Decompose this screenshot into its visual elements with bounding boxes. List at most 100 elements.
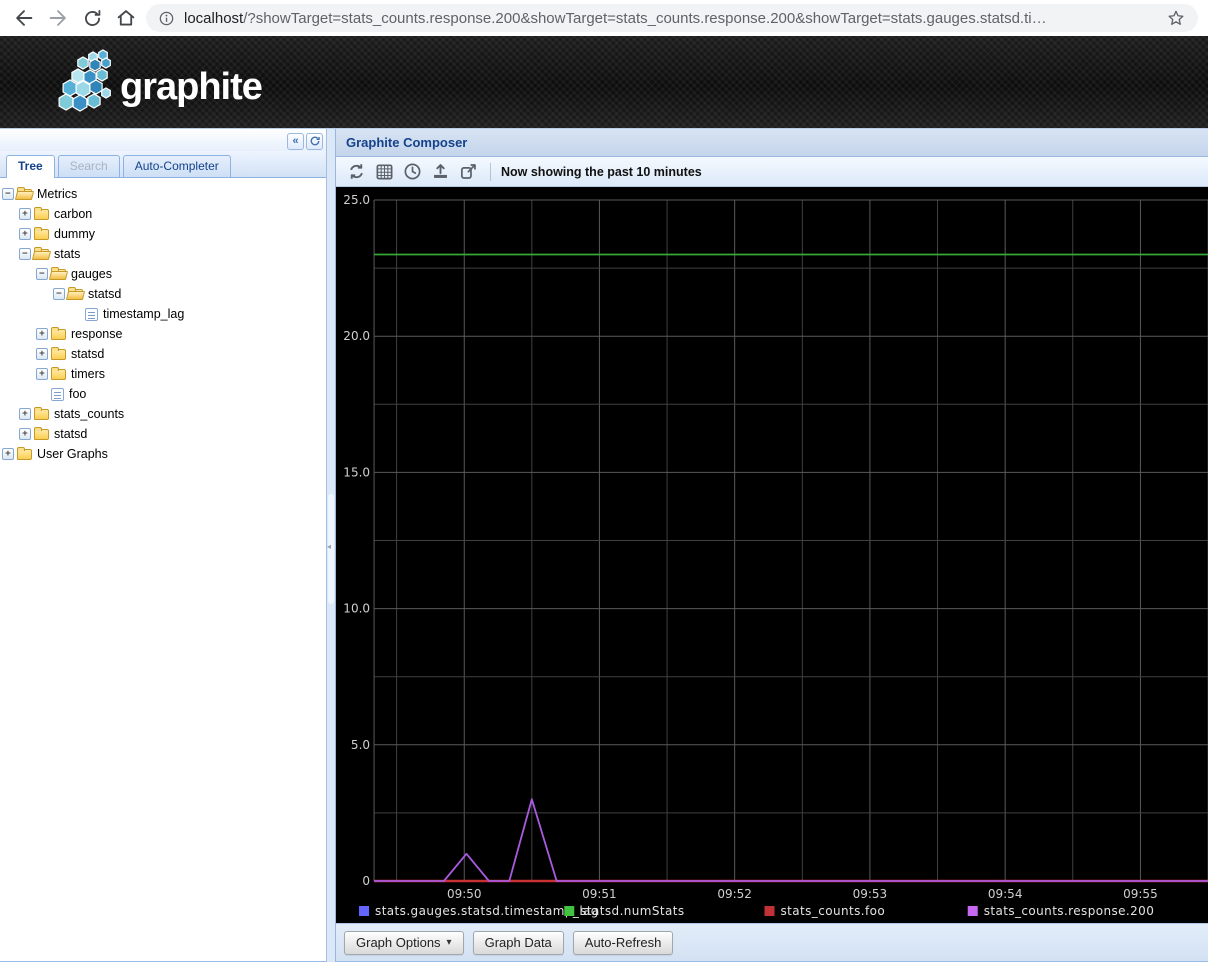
svg-text:stats_counts.response.200: stats_counts.response.200 [984, 904, 1155, 918]
tree-node-response[interactable]: + response [0, 324, 326, 344]
tree-node-label: Metrics [37, 187, 77, 201]
composer-toolbar: Now showing the past 10 minutes [336, 157, 1208, 187]
back-icon[interactable] [10, 4, 38, 32]
tree-expander-plus-icon[interactable]: + [36, 328, 48, 340]
content: « Tree Search Auto-Completer − Metrics + ca… [0, 128, 1208, 962]
browser-toolbar: localhost/?showTarget=stats_counts.respo… [0, 0, 1208, 36]
graph-options-button[interactable]: Graph Options ▾ [344, 931, 464, 955]
tree-node-label: timestamp_lag [103, 307, 184, 321]
folder-icon [51, 329, 66, 340]
composer-chart-svg: 05.010.015.020.025.009:5009:5109:5209:53… [336, 187, 1208, 923]
svg-text:10.0: 10.0 [343, 602, 370, 616]
tree-node-statsd[interactable]: + statsd [0, 424, 326, 444]
tree-node-user-graphs[interactable]: +User Graphs [0, 444, 326, 464]
tree-expander-plus-icon[interactable]: + [19, 228, 31, 240]
tree-node-label: statsd [88, 287, 121, 301]
tree-node-label: carbon [54, 207, 92, 221]
tree-node-statsd[interactable]: − statsd [0, 284, 326, 304]
svg-text:09:55: 09:55 [1123, 887, 1158, 901]
svg-text:09:53: 09:53 [853, 887, 888, 901]
tree-node-stats-counts[interactable]: + stats_counts [0, 404, 326, 424]
collapse-left-icon[interactable]: « [287, 133, 304, 150]
tab-auto-completer[interactable]: Auto-Completer [123, 155, 231, 177]
graph-canvas: 05.010.015.020.025.009:5009:5109:5209:53… [336, 187, 1208, 923]
page-title: Graphite Composer [346, 135, 467, 150]
svg-text:15.0: 15.0 [343, 465, 370, 479]
address-bar[interactable]: localhost/?showTarget=stats_counts.respo… [146, 4, 1198, 32]
tree-expander-plus-icon[interactable]: + [19, 208, 31, 220]
svg-text:09:50: 09:50 [447, 887, 482, 901]
tree-node-timestamp-lag[interactable]: timestamp_lag [0, 304, 326, 324]
graph-data-button[interactable]: Graph Data [473, 931, 564, 955]
folder-icon [34, 409, 49, 420]
auto-refresh-button[interactable]: Auto-Refresh [573, 931, 674, 955]
tree-expander-plus-icon[interactable]: + [19, 428, 31, 440]
reload-icon[interactable] [78, 4, 106, 32]
tree-node-foo[interactable]: foo [0, 384, 326, 404]
metric-leaf-icon [51, 388, 64, 401]
splitter-collapse-icon[interactable]: ◂ [327, 542, 331, 551]
svg-text:20.0: 20.0 [343, 329, 370, 343]
tree-expander-minus-icon[interactable]: − [19, 248, 31, 260]
svg-text:25.0: 25.0 [343, 193, 370, 207]
svg-text:stats_counts.foo: stats_counts.foo [781, 904, 886, 918]
tree-node-stats[interactable]: −stats [0, 244, 326, 264]
toolbar-separator [490, 163, 491, 181]
sidebar: « Tree Search Auto-Completer − Metrics + ca… [0, 129, 327, 962]
tree-refresh-icon[interactable] [306, 133, 323, 150]
folder-icon [17, 449, 32, 460]
tree-node-label: timers [71, 367, 105, 381]
tree-node-label: statsd [54, 427, 87, 441]
url-text[interactable]: localhost/?showTarget=stats_counts.respo… [184, 10, 1157, 27]
folder-open-icon [68, 289, 83, 300]
folder-icon [34, 209, 49, 220]
tree-node-label: gauges [71, 267, 112, 281]
tree-node-label: stats_counts [54, 407, 124, 421]
tree-expander-minus-icon[interactable]: − [36, 268, 48, 280]
tree-expander-plus-icon[interactable]: + [19, 408, 31, 420]
tree-expander-plus-icon[interactable]: + [2, 448, 14, 460]
tree-node-gauges[interactable]: − gauges [0, 264, 326, 284]
tree-node-carbon[interactable]: + carbon [0, 204, 326, 224]
clock-icon[interactable] [400, 160, 424, 184]
svg-text:0: 0 [362, 874, 370, 888]
folder-open-icon [17, 189, 32, 200]
panel-splitter[interactable]: ◂ [327, 129, 336, 962]
tree-node-metrics[interactable]: − Metrics [0, 184, 326, 204]
composer-panel: Graphite Composer Now showing the past 1… [336, 129, 1208, 962]
refresh-icon[interactable] [344, 160, 368, 184]
share-icon[interactable] [456, 160, 480, 184]
tree-expander-plus-icon[interactable]: + [36, 348, 48, 360]
tab-tree[interactable]: Tree [6, 155, 55, 178]
svg-text:5.0: 5.0 [351, 738, 370, 752]
tree-node-dummy[interactable]: + dummy [0, 224, 326, 244]
calendar-icon[interactable] [372, 160, 396, 184]
forward-icon[interactable] [44, 4, 72, 32]
tree-expander-minus-icon[interactable]: − [2, 188, 14, 200]
folder-open-icon [51, 269, 66, 280]
bookmark-star-icon[interactable] [1166, 8, 1186, 28]
home-icon[interactable] [112, 4, 140, 32]
sidebar-header: « [0, 129, 326, 151]
site-info-icon[interactable] [158, 10, 175, 27]
graphite-logo: graphite [56, 49, 288, 122]
tree-node-label: dummy [54, 227, 95, 241]
tree-node-label: foo [69, 387, 86, 401]
tree-expander-plus-icon[interactable]: + [36, 368, 48, 380]
tab-search[interactable]: Search [58, 155, 120, 177]
tree-expander-minus-icon[interactable]: − [53, 288, 65, 300]
tree-node-label: statsd [71, 347, 104, 361]
folder-icon [51, 369, 66, 380]
sidebar-tabs: Tree Search Auto-Completer [0, 151, 326, 178]
save-icon[interactable] [428, 160, 452, 184]
composer-header: Graphite Composer [336, 129, 1208, 157]
composer-bottom-bar: Graph Options ▾ Graph Data Auto-Refresh [336, 923, 1208, 961]
dropdown-caret-icon: ▾ [447, 937, 452, 948]
tree-node-timers[interactable]: + timers [0, 364, 326, 384]
tree-node-label: response [71, 327, 122, 341]
window-footer [0, 962, 1208, 966]
app-header: graphite [0, 36, 1208, 128]
tree-node-statsd[interactable]: + statsd [0, 344, 326, 364]
folder-icon [34, 229, 49, 240]
folder-icon [34, 429, 49, 440]
